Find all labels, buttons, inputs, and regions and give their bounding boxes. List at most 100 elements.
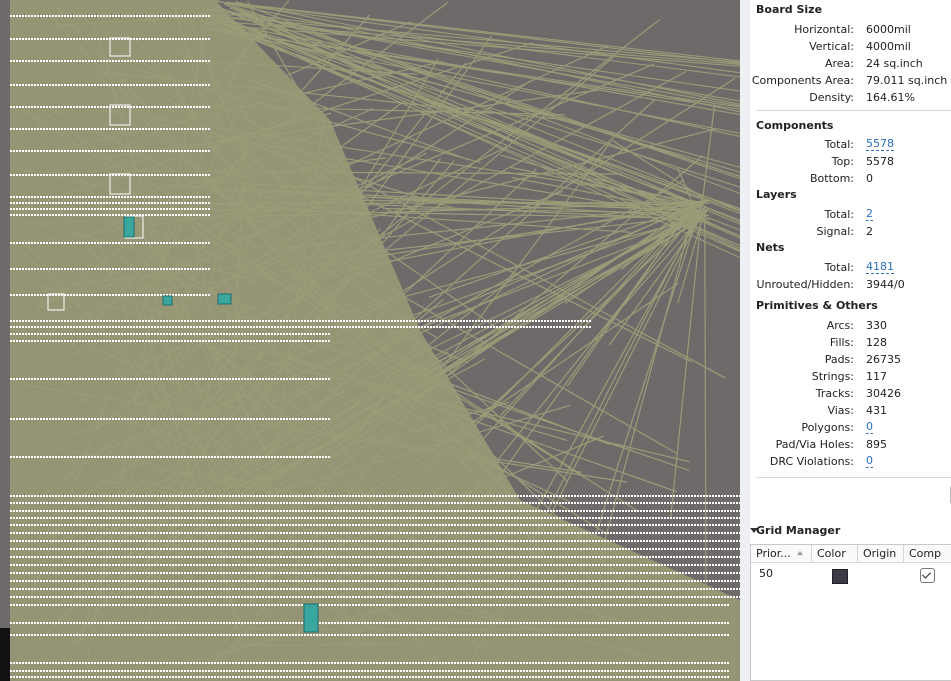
pcb-canvas[interactable] bbox=[0, 0, 740, 681]
component-pad bbox=[328, 564, 330, 566]
component-pad bbox=[139, 580, 141, 582]
component-pad bbox=[154, 208, 156, 210]
component-pad bbox=[130, 524, 132, 526]
component-pad bbox=[142, 106, 144, 108]
component-pad bbox=[160, 510, 162, 512]
component-pad bbox=[52, 128, 54, 130]
component-pad bbox=[667, 502, 669, 504]
component-pad bbox=[400, 510, 402, 512]
component-pad bbox=[37, 418, 39, 420]
component-pad bbox=[310, 340, 312, 342]
component-pad bbox=[490, 320, 492, 322]
component-pad bbox=[205, 524, 207, 526]
component-pad bbox=[187, 268, 189, 270]
component-pad bbox=[331, 510, 333, 512]
component-pad bbox=[589, 532, 591, 534]
component-pad bbox=[124, 564, 126, 566]
component-pad bbox=[16, 510, 18, 512]
component-pad bbox=[142, 320, 144, 322]
component-pad bbox=[256, 564, 258, 566]
component-pad bbox=[208, 532, 210, 534]
component-pad bbox=[562, 548, 564, 550]
component-pad bbox=[52, 502, 54, 504]
component-pad bbox=[226, 320, 228, 322]
component-pad bbox=[103, 196, 105, 198]
component-pad bbox=[502, 517, 504, 519]
component-pad bbox=[289, 326, 291, 328]
component-pad bbox=[250, 456, 252, 458]
component-pad bbox=[679, 510, 681, 512]
component-pad bbox=[247, 510, 249, 512]
component-pad bbox=[10, 378, 12, 380]
component-pad bbox=[73, 502, 75, 504]
component-pad bbox=[115, 456, 117, 458]
component-pad bbox=[241, 333, 243, 335]
component-pad bbox=[271, 556, 273, 558]
component-pad bbox=[715, 495, 717, 497]
component-pad bbox=[583, 517, 585, 519]
component-pad bbox=[118, 242, 120, 244]
component-pad bbox=[505, 502, 507, 504]
component-pad bbox=[451, 524, 453, 526]
component-pad bbox=[613, 572, 615, 574]
component-pad bbox=[193, 333, 195, 335]
component-pad bbox=[91, 294, 93, 296]
component-pad bbox=[427, 517, 429, 519]
component-pad bbox=[673, 495, 675, 497]
component-pad bbox=[421, 524, 423, 526]
component-pad bbox=[142, 524, 144, 526]
component-pad bbox=[553, 524, 555, 526]
component-pad bbox=[208, 580, 210, 582]
component-pad bbox=[604, 502, 606, 504]
component-pad bbox=[238, 517, 240, 519]
component-pad bbox=[79, 378, 81, 380]
component-pad bbox=[313, 502, 315, 504]
component-pad bbox=[118, 196, 120, 198]
component-pad bbox=[415, 510, 417, 512]
component-pad bbox=[316, 340, 318, 342]
component-pad bbox=[688, 548, 690, 550]
component-pad bbox=[133, 502, 135, 504]
component-pad bbox=[328, 548, 330, 550]
component-pad bbox=[169, 268, 171, 270]
component-pad bbox=[82, 572, 84, 574]
component-pad bbox=[163, 532, 165, 534]
component-pad bbox=[619, 532, 621, 534]
component-pad bbox=[61, 15, 63, 17]
component-pad bbox=[607, 532, 609, 534]
component-pad bbox=[196, 202, 198, 204]
component-pad bbox=[286, 418, 288, 420]
component-pad bbox=[94, 456, 96, 458]
component-pad bbox=[172, 540, 174, 542]
component-pad bbox=[526, 564, 528, 566]
component-pad bbox=[70, 106, 72, 108]
component-pad bbox=[166, 268, 168, 270]
component-pad bbox=[307, 532, 309, 534]
component-pad bbox=[226, 456, 228, 458]
component-pad bbox=[37, 524, 39, 526]
component-pad bbox=[307, 502, 309, 504]
component-pad bbox=[88, 418, 90, 420]
component-pad bbox=[676, 532, 678, 534]
component-pad bbox=[460, 326, 462, 328]
component-pad bbox=[295, 502, 297, 504]
component-pad bbox=[82, 150, 84, 152]
component-pad bbox=[286, 572, 288, 574]
component-pad bbox=[430, 517, 432, 519]
component-pad bbox=[136, 326, 138, 328]
component-pad bbox=[64, 580, 66, 582]
pcb-board-view[interactable] bbox=[0, 0, 740, 681]
component-pad bbox=[700, 524, 702, 526]
component-pad bbox=[313, 320, 315, 322]
component-pad bbox=[418, 517, 420, 519]
component-pad bbox=[631, 548, 633, 550]
component-pad bbox=[733, 556, 735, 558]
component-pad bbox=[715, 524, 717, 526]
component-pad bbox=[682, 548, 684, 550]
component-pad bbox=[97, 510, 99, 512]
component-pad bbox=[70, 294, 72, 296]
component-pad bbox=[352, 580, 354, 582]
component-pad bbox=[328, 580, 330, 582]
component-pad bbox=[76, 378, 78, 380]
component-pad bbox=[58, 564, 60, 566]
